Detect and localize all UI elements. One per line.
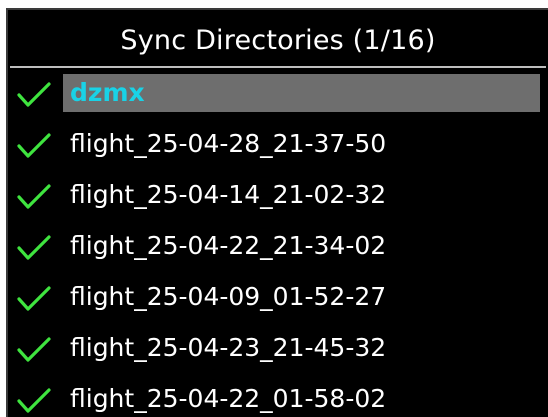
checkmark-icon[interactable] bbox=[16, 131, 52, 161]
directory-name[interactable]: flight_25-04-23_21-45-32 bbox=[63, 329, 540, 367]
sync-directories-dialog: Sync Directories (1/16) dzmx flight_25-0… bbox=[6, 8, 548, 417]
checkmark-icon[interactable] bbox=[16, 233, 52, 263]
directory-row[interactable]: flight_25-04-22_21-34-02 bbox=[8, 227, 548, 271]
directory-row[interactable]: flight_25-04-28_21-37-50 bbox=[8, 125, 548, 169]
title-divider bbox=[10, 66, 546, 68]
checkmark-icon[interactable] bbox=[16, 80, 52, 110]
directory-row[interactable]: dzmx bbox=[8, 74, 548, 118]
directory-row[interactable]: flight_25-04-09_01-52-27 bbox=[8, 278, 548, 322]
directory-name[interactable]: flight_25-04-22_21-34-02 bbox=[63, 227, 540, 265]
dialog-title: Sync Directories (1/16) bbox=[120, 25, 436, 56]
directory-row[interactable]: flight_25-04-22_01-58-02 bbox=[8, 380, 548, 417]
directory-name[interactable]: flight_25-04-28_21-37-50 bbox=[63, 125, 540, 163]
checkmark-icon[interactable] bbox=[16, 182, 52, 212]
directory-name[interactable]: dzmx bbox=[63, 74, 540, 112]
checkmark-icon[interactable] bbox=[16, 335, 52, 365]
checkmark-icon[interactable] bbox=[16, 386, 52, 416]
checkmark-icon[interactable] bbox=[16, 284, 52, 314]
directory-row[interactable]: flight_25-04-23_21-45-32 bbox=[8, 329, 548, 373]
screen: Sync Directories (1/16) dzmx flight_25-0… bbox=[0, 0, 548, 417]
directory-name[interactable]: flight_25-04-14_21-02-32 bbox=[63, 176, 540, 214]
directory-name[interactable]: flight_25-04-09_01-52-27 bbox=[63, 278, 540, 316]
directory-name[interactable]: flight_25-04-22_01-58-02 bbox=[63, 380, 540, 417]
directory-row[interactable]: flight_25-04-14_21-02-32 bbox=[8, 176, 548, 220]
